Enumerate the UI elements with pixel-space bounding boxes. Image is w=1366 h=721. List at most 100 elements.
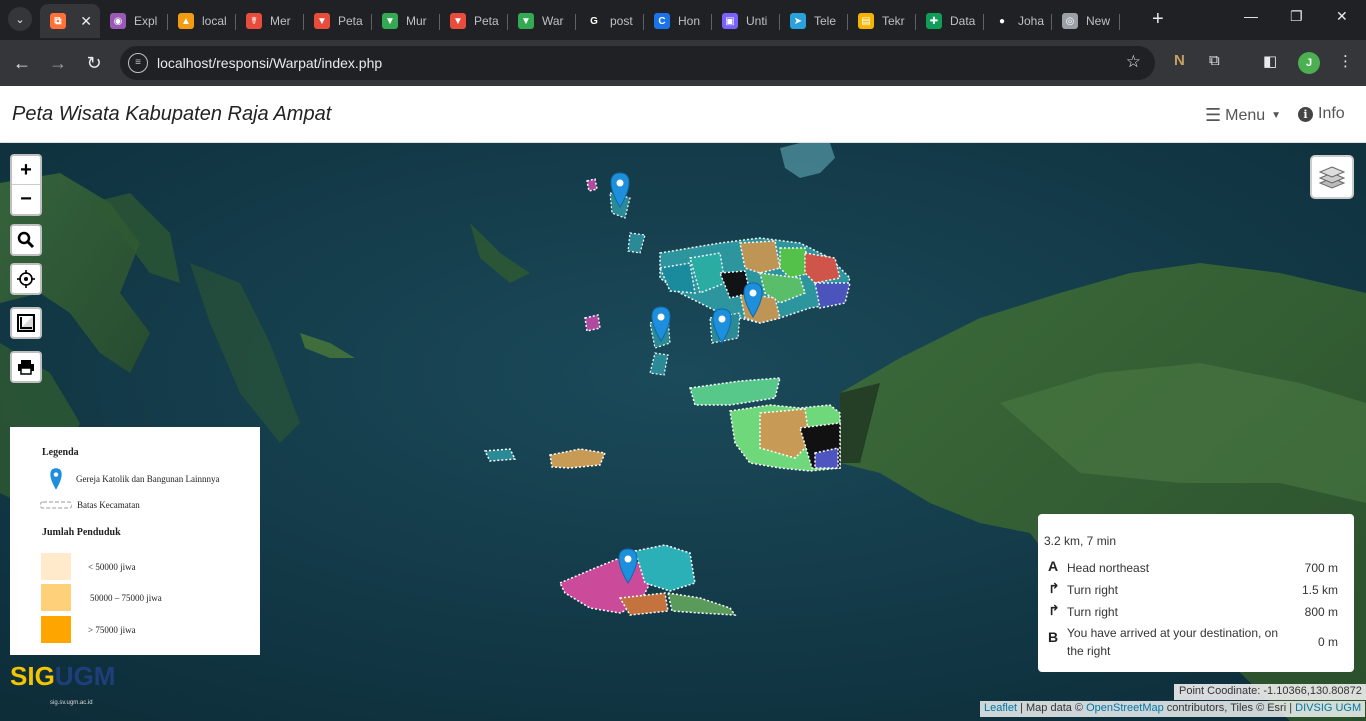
route-step[interactable]: B You have arrived at your destination, …	[1048, 624, 1338, 660]
map-marker-icon	[50, 468, 62, 490]
population-label-low: < 50000 jiwa	[88, 562, 136, 572]
tab-title: post	[610, 14, 633, 28]
population-label-high: > 75000 jiwa	[88, 625, 136, 635]
info-icon: i	[1298, 106, 1313, 122]
route-step-distance: 1.5 km	[1301, 583, 1338, 597]
menu-dropdown[interactable]: ☰ Menu ▼	[1205, 105, 1281, 126]
minimize-icon[interactable]: —	[1244, 8, 1258, 24]
route-step[interactable]: A Head northeast 700 m	[1048, 559, 1338, 577]
point-coordinate: Point Coodinate: -1.10366,130.80872	[1174, 684, 1366, 700]
page-navbar: Peta Wisata Kabupaten Raja Ampat ☰ Menu …	[0, 86, 1366, 143]
restore-icon[interactable]: ❐	[1290, 8, 1303, 25]
browser-tab[interactable]: ▲ local	[168, 4, 236, 38]
address-bar[interactable]: ≡ localhost/responsi/Warpat/index.php ☆	[120, 46, 1155, 80]
tab-title: local	[202, 14, 227, 28]
divsig-link[interactable]: DIVSIG UGM	[1295, 702, 1361, 714]
site-info-icon[interactable]: ≡	[128, 53, 148, 73]
browser-toolbar: ← → ↻ ≡ localhost/responsi/Warpat/index.…	[0, 40, 1366, 86]
new-tab-button[interactable]: +	[1152, 8, 1164, 30]
osm-link[interactable]: OpenStreetMap	[1086, 702, 1164, 714]
browser-tab[interactable]: ▼ War	[508, 4, 576, 38]
browser-tab[interactable]: Gpost	[576, 4, 644, 38]
profile-avatar[interactable]: J	[1298, 52, 1320, 74]
reload-icon[interactable]: ↻	[82, 51, 106, 75]
tab-close-icon[interactable]: ✕	[80, 13, 92, 30]
chrome-menu-icon[interactable]: ⋮	[1338, 52, 1353, 70]
sig-ugm-logo: SIGUGM	[10, 661, 116, 691]
tab-title: Expl	[134, 14, 158, 28]
browser-tab[interactable]: ◉ Expl	[100, 4, 168, 38]
browser-tab[interactable]: ▼ Peta	[440, 4, 508, 38]
tab-title: New	[1086, 14, 1111, 28]
layers-icon	[1318, 166, 1346, 189]
side-panel-icon[interactable]: ◧	[1263, 52, 1277, 70]
browser-tab[interactable]: ▤ Tekr	[848, 4, 916, 38]
url-text[interactable]: localhost/responsi/Warpat/index.php	[157, 55, 382, 71]
browser-tab[interactable]: ⧉ ✕	[40, 4, 100, 38]
tab-favicon-icon: ⧉	[50, 13, 66, 29]
legend-population-title: Jumlah Penduduk	[42, 527, 121, 538]
browser-tab[interactable]: ▼ Mur	[372, 4, 440, 38]
tab-favicon-icon: ➤	[790, 13, 806, 29]
hamburger-icon: ☰	[1205, 105, 1222, 125]
population-swatch-mid	[41, 584, 71, 611]
turn-right-icon: ↱	[1048, 602, 1060, 618]
tab-favicon-icon: ●	[998, 15, 1006, 27]
page-title[interactable]: Peta Wisata Kabupaten Raja Ampat	[12, 103, 331, 126]
extension-icon[interactable]: N	[1174, 52, 1185, 69]
population-swatch-low	[41, 553, 71, 580]
browser-tab[interactable]: ▣ Unti	[712, 4, 780, 38]
browser-tab[interactable]: ✚ Data	[916, 4, 984, 38]
route-step-text: You have arrived at your destination, on…	[1067, 626, 1279, 658]
population-swatch-high	[41, 616, 71, 643]
route-step[interactable]: ↱ Turn right 800 m	[1048, 603, 1338, 621]
tab-title: Peta	[474, 14, 499, 28]
browser-tab[interactable]: ☤ Mer	[236, 4, 304, 38]
browser-tab[interactable]: ▼ Peta	[304, 4, 372, 38]
tab-favicon-icon: ▲	[178, 13, 194, 29]
extensions-puzzle-icon[interactable]: ⧉	[1209, 52, 1220, 69]
forward-icon[interactable]: →	[46, 51, 70, 75]
tab-title: Data	[950, 14, 976, 28]
browser-tab[interactable]: ◎ New	[1052, 4, 1120, 38]
tab-search-icon[interactable]: ⌄	[8, 7, 32, 31]
zoom-in-button[interactable]: +	[12, 156, 40, 185]
legend-boundary-row: Batas Kecamatan	[40, 500, 140, 510]
tab-favicon-icon: ◉	[110, 13, 126, 29]
locate-button[interactable]	[10, 263, 42, 295]
boundary-line-icon	[40, 501, 72, 509]
route-step-distance: 0 m	[1317, 635, 1338, 649]
route-step[interactable]: ↱ Turn right 1.5 km	[1048, 581, 1338, 599]
routing-panel: 3.2 km, 7 min A Head northeast 700 m ↱ T…	[1038, 514, 1354, 672]
zoom-out-button[interactable]: −	[12, 185, 40, 214]
tab-favicon-icon: ▼	[382, 13, 398, 29]
close-window-icon[interactable]: ✕	[1336, 8, 1348, 25]
browser-tab[interactable]: ● Joha	[984, 4, 1052, 38]
tab-favicon-icon: ◎	[1062, 13, 1078, 29]
browser-tab[interactable]: ➤ Tele	[780, 4, 848, 38]
population-label-mid: 50000 – 75000 jiwa	[90, 593, 162, 603]
legend-title: Legenda	[42, 447, 79, 458]
tab-favicon-icon: ▤	[858, 13, 874, 29]
route-summary: 3.2 km, 7 min	[1044, 534, 1117, 548]
print-button[interactable]	[10, 351, 42, 383]
tab-title: War	[542, 14, 564, 28]
search-button[interactable]	[10, 224, 42, 256]
browser-tab[interactable]: C Hon	[644, 4, 712, 38]
tab-separator	[1119, 14, 1120, 30]
tab-favicon-icon: ▼	[314, 13, 330, 29]
legend-boundary-label: Batas Kecamatan	[77, 500, 140, 510]
info-link[interactable]: i Info	[1298, 105, 1345, 123]
tab-title: Joha	[1018, 14, 1045, 28]
back-icon[interactable]: ←	[10, 51, 34, 75]
sig-ugm-url: sig.sv.ugm.ac.id	[50, 700, 93, 706]
measure-button[interactable]	[10, 307, 42, 339]
tab-favicon-icon: C	[654, 13, 670, 29]
map-canvas[interactable]: + − Legenda Gereja Katolik dan Bangunan …	[0, 143, 1366, 721]
layers-button[interactable]	[1310, 155, 1354, 199]
leaflet-link[interactable]: Leaflet	[984, 702, 1017, 714]
info-label: Info	[1318, 105, 1345, 122]
end-point-icon: B	[1048, 629, 1059, 645]
tab-title: Peta	[338, 14, 363, 28]
bookmark-star-icon[interactable]: ☆	[1126, 52, 1141, 72]
